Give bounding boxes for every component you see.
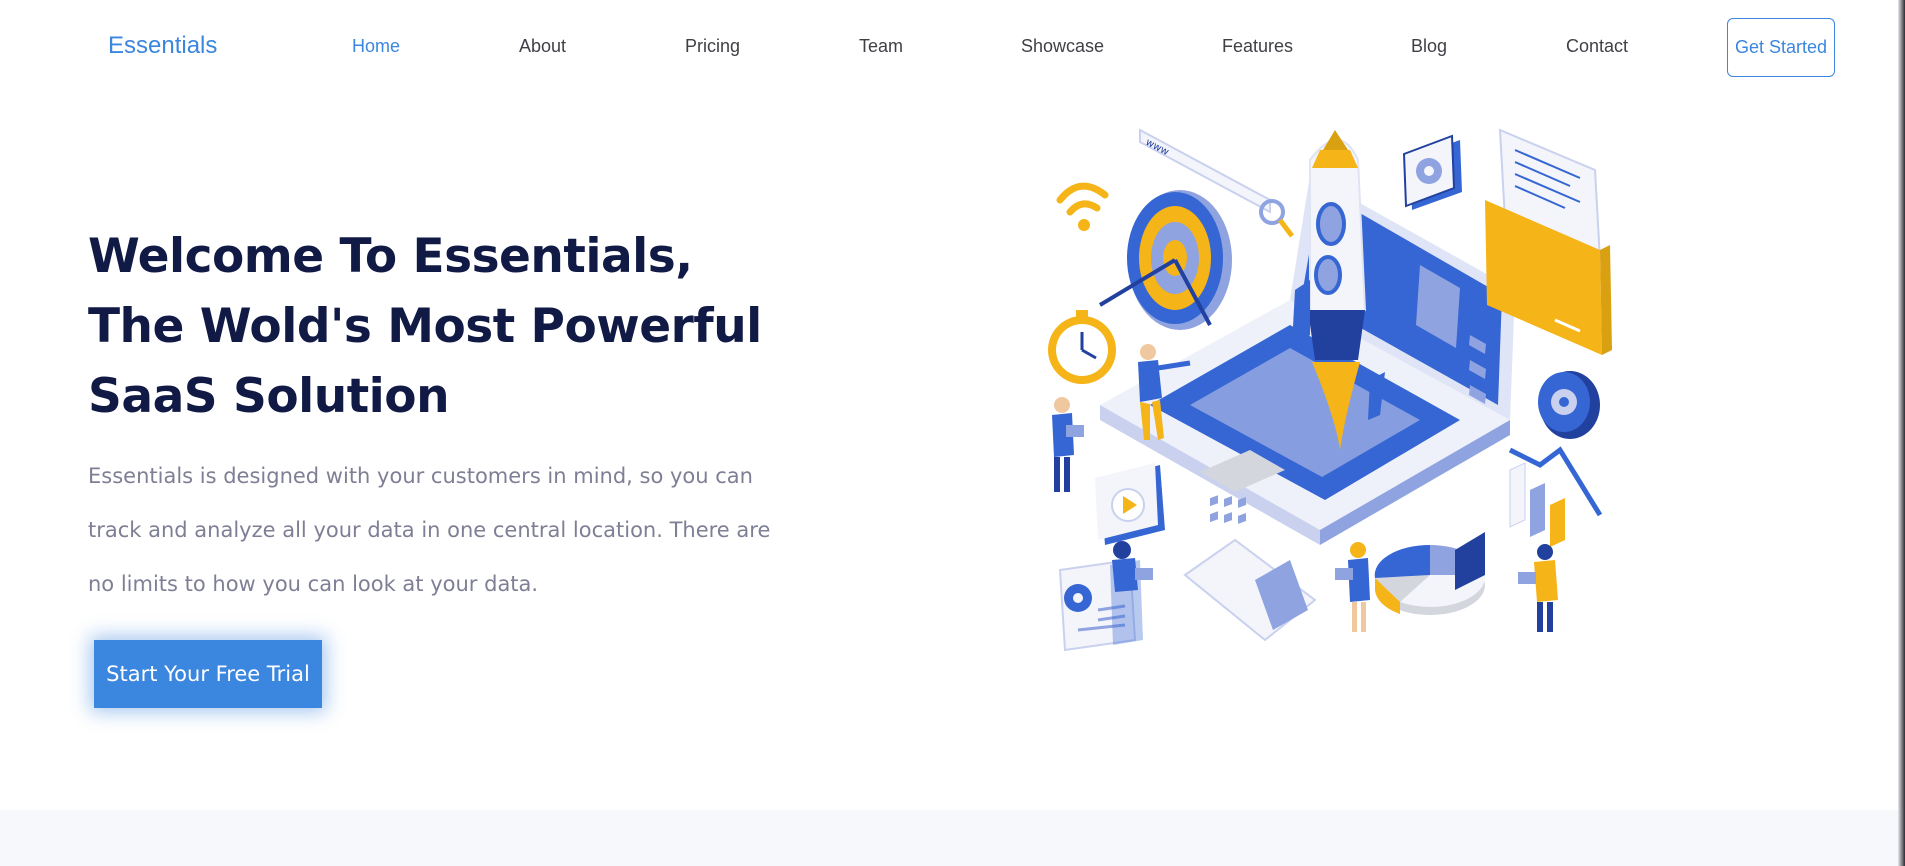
- bar-chart-icon: [1508, 446, 1603, 547]
- get-started-button[interactable]: Get Started: [1727, 18, 1835, 77]
- hero-description: Essentials is designed with your custome…: [88, 449, 771, 611]
- hero-title-line: The Wold's Most Powerful: [88, 299, 762, 354]
- gear-icon: [1402, 134, 1462, 210]
- video-play-icon: [1095, 463, 1165, 545]
- hero-title: Welcome To Essentials, The Wold's Most P…: [88, 222, 788, 432]
- nav-link-pricing[interactable]: Pricing: [685, 36, 740, 57]
- person-sitting-icon: [1112, 541, 1153, 592]
- hero-title-line: SaaS Solution: [88, 369, 450, 424]
- hero-description-line: no limits to how you can look at your da…: [88, 572, 539, 596]
- person-standing-icon: [1335, 542, 1370, 632]
- hero-description-line: Essentials is designed with your custome…: [88, 464, 753, 488]
- nav-link-team[interactable]: Team: [859, 36, 903, 57]
- nav-link-showcase[interactable]: Showcase: [1021, 36, 1104, 57]
- pie-chart-icon: [1374, 532, 1486, 615]
- nav-link-contact[interactable]: Contact: [1566, 36, 1628, 57]
- hero-title-line: Welcome To Essentials,: [88, 229, 693, 284]
- window-edge: [1898, 0, 1905, 866]
- location-gear-icon: [1538, 371, 1600, 439]
- hero-description-line: track and analyze all your data in one c…: [88, 518, 771, 542]
- wifi-icon: [1056, 182, 1109, 231]
- start-free-trial-button[interactable]: Start Your Free Trial: [94, 640, 322, 708]
- nav-menu: Home About Pricing Team Showcase Feature…: [0, 36, 1898, 60]
- target-icon: [1098, 190, 1232, 330]
- nav-link-about[interactable]: About: [519, 36, 566, 57]
- nav-link-home[interactable]: Home: [352, 36, 400, 57]
- top-navbar: Essentials Home About Pricing Team Showc…: [0, 0, 1898, 95]
- nav-link-features[interactable]: Features: [1222, 36, 1293, 57]
- next-section-band: [0, 810, 1898, 866]
- person-laptop-left-icon: [1052, 397, 1084, 492]
- nav-link-blog[interactable]: Blog: [1411, 36, 1447, 57]
- stopwatch-icon: [1048, 310, 1116, 384]
- saas-rocket-illustration: www: [1048, 128, 1612, 652]
- person-laptop-right-icon: [1518, 544, 1558, 632]
